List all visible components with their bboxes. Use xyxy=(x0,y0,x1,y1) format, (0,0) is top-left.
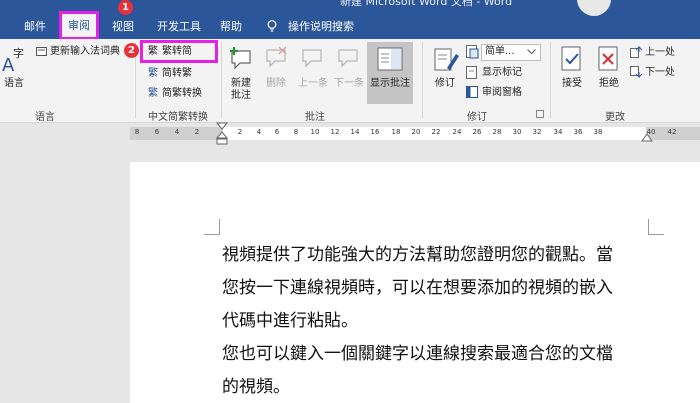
document-line-2[interactable]: 您按一下連線視頻時，可以在想要添加的視頻的嵌入 xyxy=(222,273,613,298)
ruler-tick: 6 xyxy=(274,128,280,136)
ruler-tick: 40 xyxy=(646,128,656,136)
track-changes-icon xyxy=(434,48,459,71)
ruler-tick: 4 xyxy=(174,128,180,136)
ruler-tick: 14 xyxy=(350,128,360,136)
new-comment-icon xyxy=(230,47,251,70)
accept-button[interactable]: 接受 xyxy=(558,78,586,90)
tab-view[interactable]: 视图 xyxy=(112,18,138,38)
tracking-group-label: 修订 xyxy=(467,112,487,123)
tracking-dialog-launcher[interactable] xyxy=(536,110,544,118)
document-line-5[interactable]: 的視頻。 xyxy=(222,372,290,397)
next-change-button[interactable]: 下一处 xyxy=(645,67,675,79)
tab-help[interactable]: 帮助 xyxy=(220,18,244,38)
tab-mailings[interactable]: 邮件 xyxy=(24,18,50,38)
ruler-tick: 8 xyxy=(134,128,140,136)
next-comment-button[interactable]: 下一条 xyxy=(332,78,366,90)
markup-icon xyxy=(466,45,479,59)
ruler-tick: 34 xyxy=(553,128,563,136)
reviewing-pane-button[interactable]: 审阅窗格 xyxy=(482,87,522,99)
delete-comment-button[interactable]: 删除 xyxy=(262,78,290,90)
delete-comment-icon xyxy=(266,46,287,68)
step-badge-2: 2 xyxy=(124,43,139,58)
reject-icon xyxy=(598,46,618,71)
language-button[interactable]: 语言 xyxy=(0,78,28,90)
ruler-tick: 24 xyxy=(452,128,462,136)
to-simplified-icon: 繁 xyxy=(148,46,158,57)
document-line-4[interactable]: 您也可以鍵入一個關鍵字以連線搜索最適合您的文檔 xyxy=(222,339,613,364)
reviewing-pane-icon xyxy=(466,86,478,98)
ruler-tick: 28 xyxy=(492,128,502,136)
show-markup-icon xyxy=(466,66,477,79)
ruler-tick: 36 xyxy=(573,128,583,136)
ruler-tick: 26 xyxy=(472,128,482,136)
ruler-tick: 10 xyxy=(310,128,320,136)
ruler-tick: 20 xyxy=(411,128,421,136)
ruler-tick: 4 xyxy=(256,128,262,136)
to-traditional-button[interactable]: 简转繁 xyxy=(162,68,192,80)
show-comments-icon xyxy=(377,47,403,71)
ruler-tick: 22 xyxy=(431,128,441,136)
previous-comment-button[interactable]: 上一条 xyxy=(296,78,330,90)
conversion-icon: 繁 xyxy=(148,88,158,99)
document-line-1[interactable]: 視頻提供了功能強大的方法幫助您證明您的觀點。當 xyxy=(222,240,613,265)
group-separator xyxy=(422,42,423,118)
chinese-group-label: 中文简繁转换 xyxy=(148,112,208,123)
ruler-tick: 8 xyxy=(293,128,299,136)
document-line-3[interactable]: 代碼中進行粘貼。 xyxy=(222,306,358,331)
window-title: 新建 Microsoft Word 文档 - Word xyxy=(340,0,513,8)
accept-icon xyxy=(561,46,581,71)
changes-group-label: 更改 xyxy=(605,112,625,123)
conversion-button[interactable]: 简繁转换 xyxy=(162,88,202,100)
update-ime-icon xyxy=(36,47,47,56)
to-traditional-icon: 繁 xyxy=(148,68,158,79)
ruler-tick: 32 xyxy=(532,128,542,136)
ruler-tick: 38 xyxy=(593,128,603,136)
margin-corner-left xyxy=(204,219,220,235)
show-comments-button[interactable]: 显示批注 xyxy=(367,78,413,90)
margin-corner-right xyxy=(648,219,664,235)
language-icon-char: 字 xyxy=(13,47,24,60)
language-group-label: 语言 xyxy=(35,112,55,123)
comments-group-label: 批注 xyxy=(305,112,325,123)
track-changes-button[interactable]: 修订 xyxy=(430,78,460,90)
step-badge-1: 1 xyxy=(118,0,133,15)
ruler-tick: 2 xyxy=(237,128,243,136)
next-comment-icon xyxy=(338,49,358,68)
markup-dropdown-value: 简单... xyxy=(485,46,515,57)
ruler-tick: 16 xyxy=(370,128,380,136)
tab-developer[interactable]: 开发工具 xyxy=(157,18,203,38)
group-separator xyxy=(550,42,551,118)
tell-me-search[interactable]: 操作说明搜索 xyxy=(288,18,358,38)
previous-change-button[interactable]: 上一处 xyxy=(645,47,675,59)
ruler-tick: 18 xyxy=(391,128,401,136)
ruler-tick: 6 xyxy=(154,128,160,136)
ruler-tick: 30 xyxy=(512,128,522,136)
review-tab-highlight xyxy=(59,11,99,40)
reject-button[interactable]: 拒绝 xyxy=(595,78,623,90)
ruler-tick: 42 xyxy=(667,128,677,136)
new-comment-label-1: 新建 xyxy=(231,78,251,89)
next-change-icon xyxy=(630,66,642,78)
to-simplified-button[interactable]: 繁转简 xyxy=(162,46,192,58)
update-ime-button[interactable]: 更新输入法词典 xyxy=(50,46,120,58)
show-markup-button[interactable]: 显示标记 xyxy=(482,67,522,79)
lightbulb-icon xyxy=(267,20,277,32)
group-separator xyxy=(221,42,222,118)
indent-marker-icon[interactable] xyxy=(216,122,228,146)
ruler-tick: 12 xyxy=(330,128,340,136)
new-comment-label-2: 批注 xyxy=(231,90,251,101)
new-comment-button[interactable]: 新建 批注 xyxy=(225,78,257,102)
previous-comment-icon xyxy=(302,49,322,68)
previous-change-icon xyxy=(630,46,642,58)
chevron-down-icon xyxy=(527,49,536,55)
ruler-tick: 2 xyxy=(194,128,200,136)
